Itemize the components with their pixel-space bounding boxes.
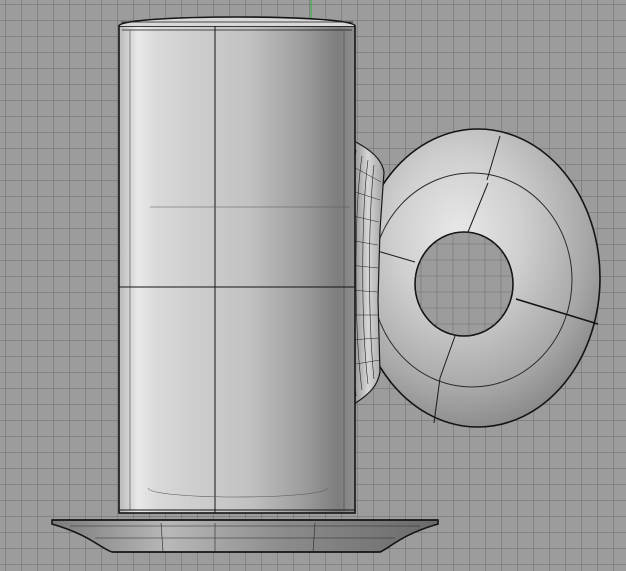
mug-handle-torus[interactable]: [355, 128, 601, 428]
mug-body[interactable]: [118, 16, 356, 514]
scene-canvas[interactable]: [0, 0, 626, 571]
3d-viewport[interactable]: [0, 0, 626, 571]
saucer[interactable]: [51, 519, 439, 553]
